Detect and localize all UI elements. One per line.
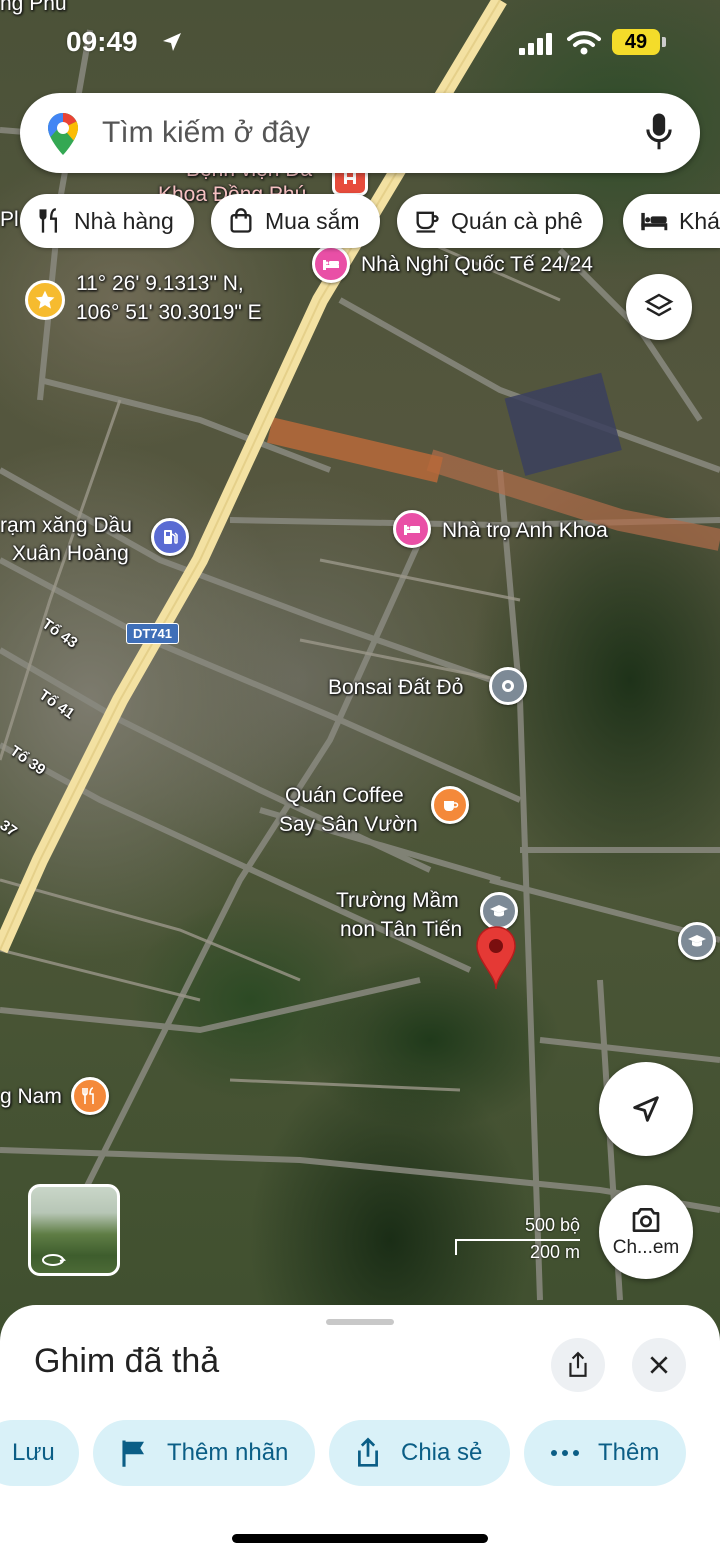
share-button[interactable]: [551, 1338, 605, 1392]
coffee-label-2: Say Sân Vườn: [279, 813, 418, 836]
action-label: Lưu: [12, 1439, 55, 1466]
bottom-sheet[interactable]: Ghim đã thả Lưu Thêm nhãn Chia sẻ Thêm: [0, 1305, 720, 1557]
chip-shopping[interactable]: Mua sắm: [211, 194, 380, 248]
chip-label: Khá: [679, 207, 720, 234]
more-dots-icon: [551, 1450, 579, 1456]
coordinates-lat: 11° 26' 9.1313" N,: [76, 272, 244, 295]
chip-hotels[interactable]: Khá: [623, 194, 720, 248]
gas-station-icon[interactable]: [151, 518, 189, 556]
dropped-pin-icon[interactable]: [474, 925, 518, 991]
share-icon: [569, 1351, 587, 1377]
scale-imperial: 500 bộ: [524, 1215, 580, 1235]
close-button[interactable]: [632, 1338, 686, 1392]
action-label: Thêm nhãn: [167, 1439, 289, 1466]
home-indicator[interactable]: [232, 1534, 488, 1543]
chip-label: Quán cà phê: [451, 207, 583, 234]
hotel-marker-icon[interactable]: [312, 245, 350, 283]
share-action-button[interactable]: Chia sẻ: [329, 1420, 510, 1486]
place-label-edge: Pl: [0, 208, 19, 231]
fork-knife-icon: [39, 208, 57, 233]
my-location-button[interactable]: [599, 1062, 693, 1156]
scale-bar: [455, 1239, 580, 1241]
bonsai-label[interactable]: Bonsai Đất Đỏ: [328, 676, 463, 700]
chip-label: Mua sắm: [265, 207, 360, 234]
navigation-arrow-icon: [633, 1096, 659, 1122]
bonsai-marker-icon[interactable]: [489, 667, 527, 705]
lens-label: Ch...em: [612, 1237, 680, 1258]
guesthouse-label[interactable]: Nhà trọ Anh Khoa: [442, 519, 608, 543]
add-label-button[interactable]: Thêm nhãn: [93, 1420, 315, 1486]
bed-icon: [641, 212, 668, 231]
shopping-bag-icon: [230, 208, 252, 233]
location-arrow-icon: [163, 33, 181, 51]
school-label-2: non Tân Tiến: [340, 918, 463, 941]
lens-button[interactable]: Ch...em: [599, 1185, 693, 1279]
more-button[interactable]: Thêm: [524, 1420, 686, 1486]
signal-icon: [519, 33, 552, 55]
share-icon: [358, 1437, 378, 1467]
chip-restaurants[interactable]: Nhà hàng: [20, 194, 194, 248]
scale-metric: 200 m: [529, 1242, 580, 1262]
status-time: 09:49: [66, 26, 138, 57]
school-marker-icon-2[interactable]: [678, 922, 716, 960]
rotate-360-icon: [42, 1254, 66, 1266]
google-maps-logo-icon: [48, 113, 78, 155]
guesthouse-marker-icon[interactable]: [393, 510, 431, 548]
coffee-label[interactable]: Quán Coffee: [285, 784, 404, 808]
search-bar[interactable]: [20, 93, 700, 173]
battery-indicator: 49: [612, 29, 660, 55]
action-label: Chia sẻ: [401, 1439, 483, 1466]
school-label[interactable]: Trường Mầm: [336, 889, 459, 913]
restaurant-marker-icon[interactable]: [71, 1077, 109, 1115]
layers-button[interactable]: [626, 274, 692, 340]
street-view-thumbnail[interactable]: [28, 1184, 120, 1276]
flag-icon: [122, 1440, 144, 1467]
scale-tick: [455, 1239, 457, 1255]
wifi-icon: [567, 31, 601, 55]
camera-lens-icon: [632, 1208, 660, 1232]
status-bar: 09:49 49: [0, 20, 720, 66]
star-icon[interactable]: [25, 280, 65, 320]
sheet-drag-handle[interactable]: [326, 1319, 394, 1325]
search-input[interactable]: [102, 112, 602, 154]
coordinates-lng: 106° 51' 30.3019" E: [76, 301, 262, 324]
action-label: Thêm: [598, 1439, 660, 1466]
layers-icon: [644, 293, 674, 317]
hotel-label[interactable]: Nhà Nghỉ Quốc Tế 24/24: [361, 253, 593, 277]
place-label: ng Phú: [0, 0, 67, 15]
chip-coffee[interactable]: Quán cà phê: [397, 194, 603, 248]
coffee-marker-icon[interactable]: [431, 786, 469, 824]
map-scale: 500 bộ 200 m: [455, 1215, 590, 1265]
gas-station-label-2: Xuân Hoàng: [12, 542, 129, 565]
save-button[interactable]: Lưu: [0, 1420, 79, 1486]
sheet-title: Ghim đã thả: [34, 1342, 220, 1380]
restaurant-label[interactable]: g Nam: [0, 1085, 62, 1109]
battery-tip: [662, 37, 666, 47]
microphone-icon[interactable]: [644, 111, 674, 153]
gas-station-label[interactable]: rạm xăng Dầu: [0, 514, 132, 538]
coffee-cup-icon: [416, 211, 439, 233]
close-icon: [650, 1356, 668, 1374]
route-shield: DT741: [126, 623, 180, 644]
chip-label: Nhà hàng: [74, 207, 174, 234]
